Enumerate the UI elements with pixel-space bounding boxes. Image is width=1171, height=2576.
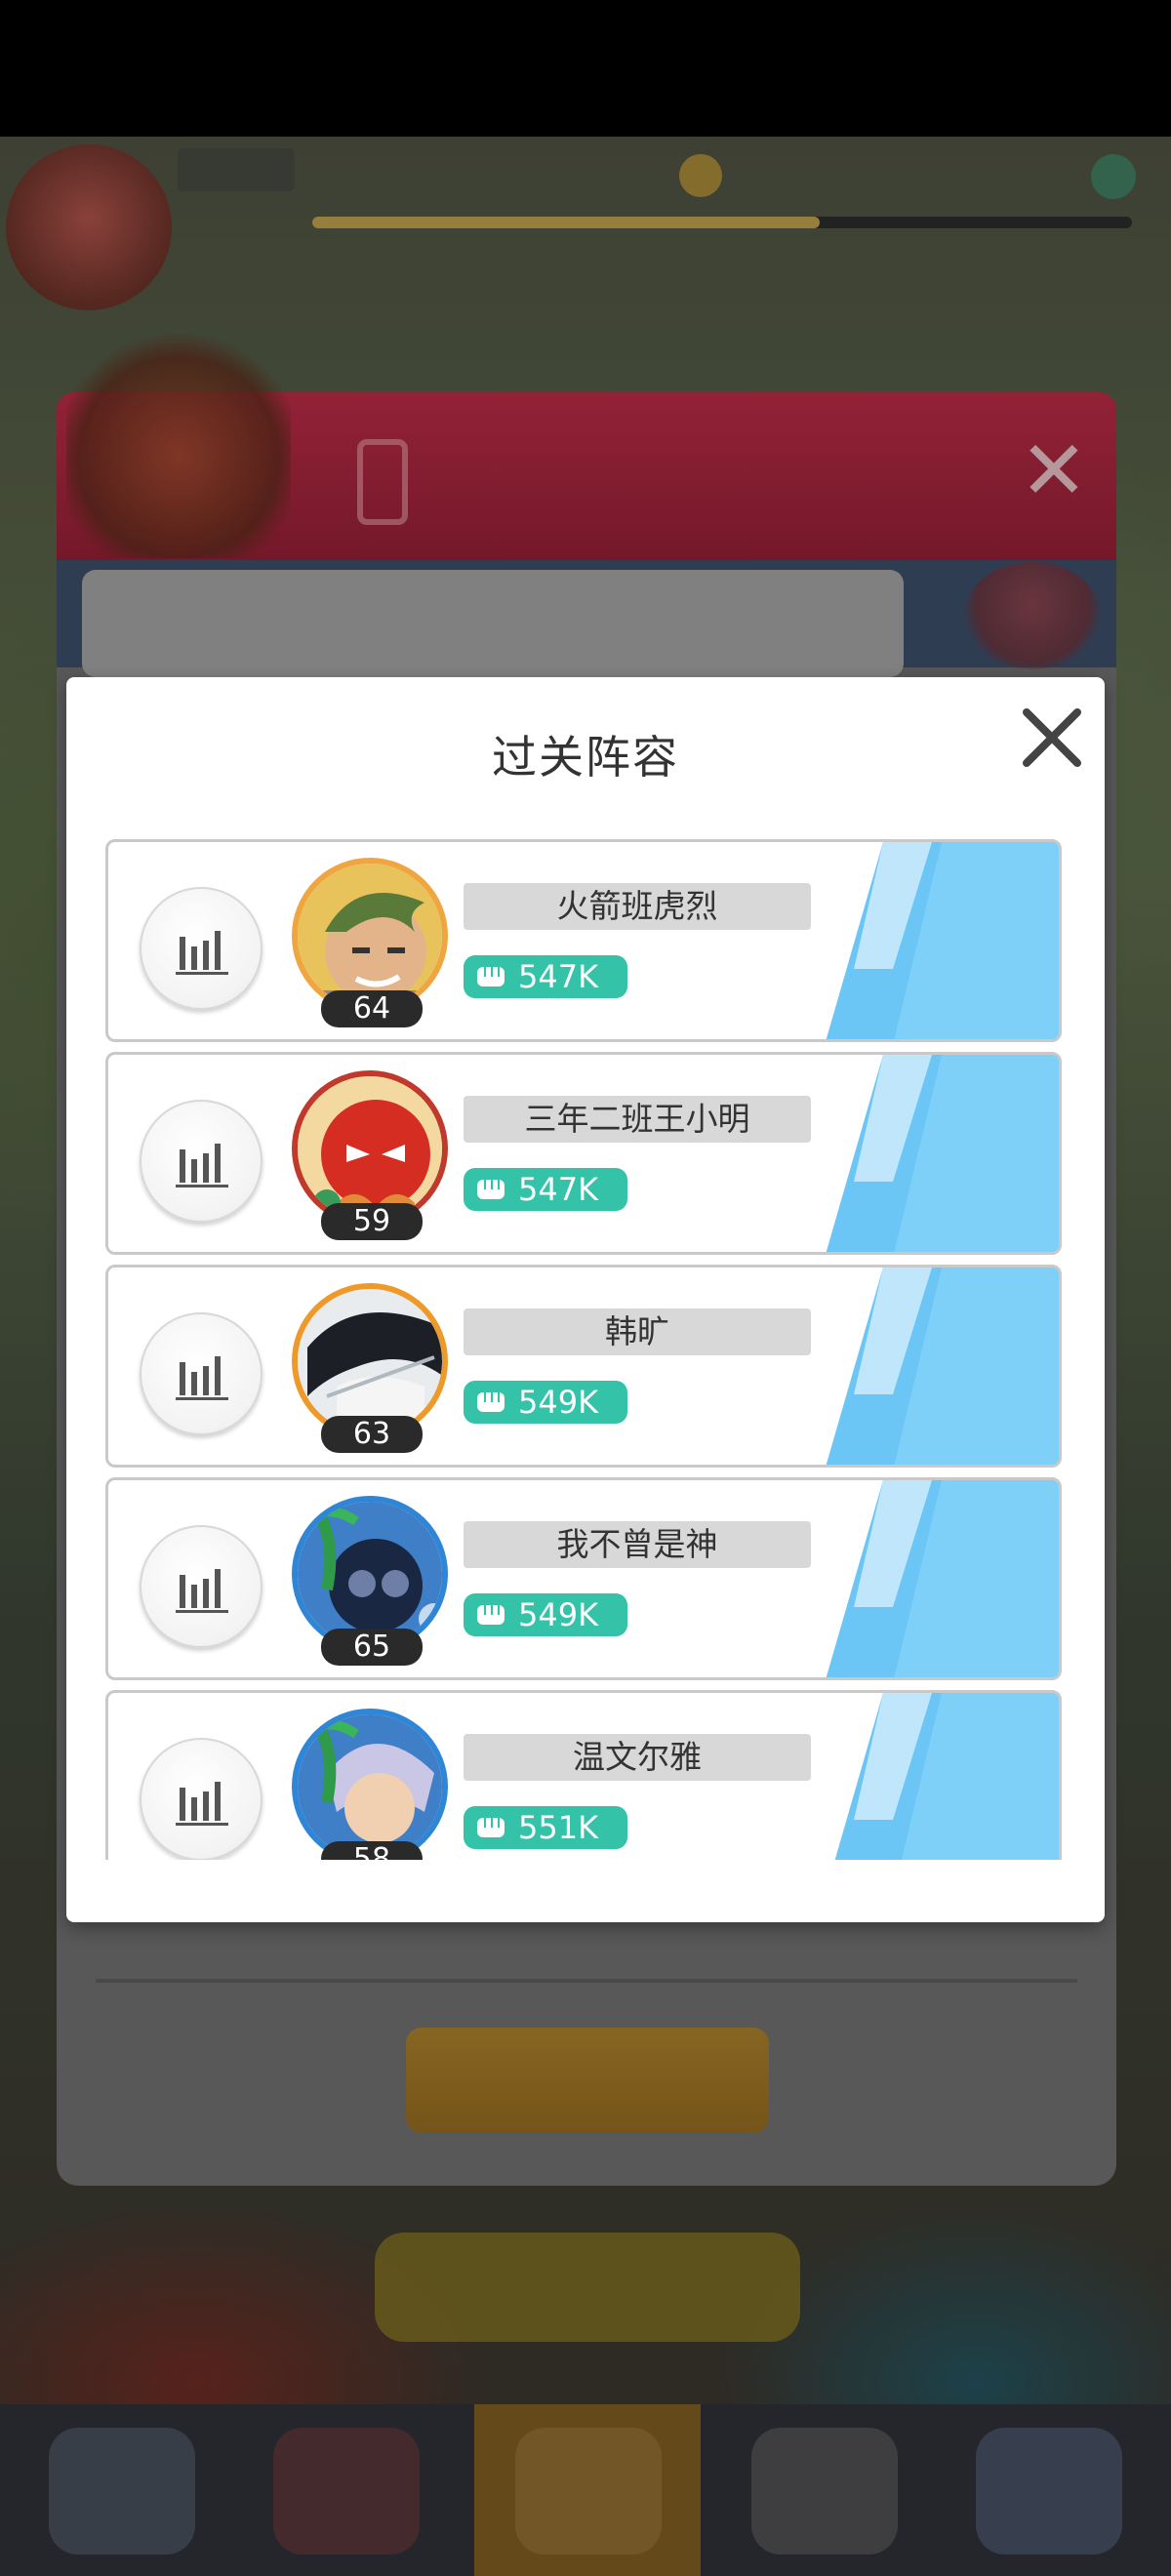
- power-badge: 547K: [464, 1168, 627, 1211]
- fist-icon: [477, 967, 505, 986]
- level-badge: 63: [321, 1416, 423, 1453]
- close-icon: [1023, 708, 1081, 767]
- lineup-modal: 过关阵容 64 火箭班虎烈 547K 59 三年二班王小明 547K 63 韩旷…: [66, 677, 1105, 1922]
- hero-avatar[interactable]: 65: [282, 1492, 454, 1668]
- fist-icon: [477, 1180, 505, 1199]
- hero-avatar[interactable]: 59: [282, 1067, 454, 1242]
- lineup-entry[interactable]: 59 三年二班王小明 547K: [105, 1052, 1062, 1255]
- status-bar: [0, 0, 1171, 137]
- modal-title: 过关阵容: [492, 731, 679, 784]
- entry-decoration: [826, 1480, 1059, 1677]
- lineup-entry[interactable]: 64 火箭班虎烈 547K: [105, 839, 1062, 1042]
- power-badge: 551K: [464, 1806, 627, 1849]
- fist-icon: [477, 1818, 505, 1837]
- hero-avatar[interactable]: 63: [282, 1279, 454, 1455]
- hero-avatar[interactable]: 58: [282, 1705, 454, 1860]
- player-name: 三年二班王小明: [464, 1096, 811, 1143]
- lineup-entry[interactable]: 58 温文尔雅 551K: [105, 1690, 1062, 1860]
- power-value: 549K: [518, 1384, 599, 1421]
- fist-icon: [477, 1392, 505, 1412]
- level-badge: 64: [321, 990, 423, 1027]
- power-value: 551K: [518, 1809, 599, 1846]
- stats-button[interactable]: [140, 1738, 262, 1860]
- lineup-list[interactable]: 64 火箭班虎烈 547K 59 三年二班王小明 547K 63 韩旷 549K…: [105, 839, 1062, 1860]
- level-badge: 65: [321, 1629, 423, 1666]
- entry-decoration: [826, 842, 1059, 1039]
- stats-button[interactable]: [140, 887, 262, 1010]
- fist-icon: [477, 1605, 505, 1625]
- power-badge: 549K: [464, 1381, 627, 1424]
- hero-avatar[interactable]: 64: [282, 854, 454, 1029]
- power-badge: 549K: [464, 1593, 627, 1636]
- entry-decoration: [826, 1268, 1059, 1465]
- bar-chart-icon: [176, 1569, 228, 1613]
- level-badge: 58: [321, 1841, 423, 1860]
- lineup-entry[interactable]: 63 韩旷 549K: [105, 1265, 1062, 1468]
- player-name: 我不曾是神: [464, 1521, 811, 1568]
- power-value: 549K: [518, 1596, 599, 1633]
- entry-decoration: [834, 1693, 1059, 1860]
- bar-chart-icon: [176, 1782, 228, 1826]
- bar-chart-icon: [176, 931, 228, 975]
- power-badge: 547K: [464, 955, 627, 998]
- player-name: 火箭班虎烈: [464, 883, 811, 930]
- power-value: 547K: [518, 958, 599, 995]
- power-value: 547K: [518, 1171, 599, 1208]
- entry-decoration: [826, 1055, 1059, 1252]
- bar-chart-icon: [176, 1144, 228, 1187]
- level-badge: 59: [321, 1203, 423, 1240]
- stats-button[interactable]: [140, 1312, 262, 1435]
- player-name: 韩旷: [464, 1308, 811, 1355]
- stats-button[interactable]: [140, 1525, 262, 1648]
- silver-hair-hero-avatar-icon: [298, 1714, 442, 1859]
- bar-chart-icon: [176, 1356, 228, 1400]
- lineup-entry[interactable]: 65 我不曾是神 549K: [105, 1477, 1062, 1680]
- stats-button[interactable]: [140, 1100, 262, 1223]
- player-name: 温文尔雅: [464, 1734, 811, 1781]
- close-button[interactable]: [1013, 699, 1091, 777]
